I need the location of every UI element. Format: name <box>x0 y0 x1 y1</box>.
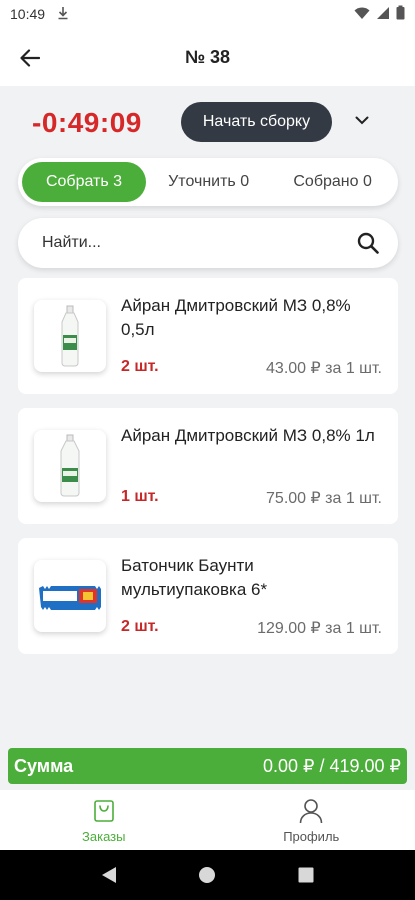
summary-label: Сумма <box>14 755 74 776</box>
product-card[interactable]: Айран Дмитровский МЗ 0,8% 0,5л 2 шт. 43.… <box>18 278 398 394</box>
search-button[interactable] <box>354 229 382 257</box>
nav-profile-label: Профиль <box>283 828 340 844</box>
status-bar: 10:49 <box>0 0 415 28</box>
product-image <box>34 300 106 372</box>
chevron-down-icon <box>355 116 369 124</box>
arrow-left-icon <box>20 49 40 67</box>
product-name: Батончик Баунти мультиупаковка 6* <box>121 556 268 599</box>
product-price: 43.00 ₽ за 1 шт. <box>266 360 382 377</box>
signal-icon <box>376 6 390 23</box>
product-image <box>34 430 106 502</box>
system-nav-bar <box>0 850 415 900</box>
back-button[interactable] <box>14 42 46 74</box>
start-assembly-button[interactable]: Начать сборку <box>181 102 332 142</box>
nav-profile[interactable]: Профиль <box>208 790 415 850</box>
summary-bar: Сумма 0.00 ₽ / 419.00 ₽ <box>8 748 407 784</box>
triangle-back-icon <box>102 867 117 883</box>
bottle-icon <box>61 305 79 367</box>
summary-value: 0.00 ₽ / 419.00 ₽ <box>263 755 401 776</box>
status-tabs: Собрать 3 Уточнить 0 Собрано 0 <box>18 158 398 206</box>
bottle-icon <box>60 434 80 497</box>
tab-collected[interactable]: Собрано 0 <box>271 162 394 202</box>
product-quantity: 1 шт. <box>121 488 159 505</box>
system-back-button[interactable] <box>97 863 121 887</box>
system-home-button[interactable] <box>195 863 219 887</box>
bottom-nav: Заказы Профиль <box>0 790 415 850</box>
square-recents-icon <box>298 867 314 883</box>
countdown-timer: -0:49:09 <box>32 107 142 138</box>
battery-icon <box>396 5 405 23</box>
product-price: 129.00 ₽ за 1 шт. <box>257 620 382 637</box>
tab-clarify[interactable]: Уточнить 0 <box>146 162 271 202</box>
search-bar <box>18 218 398 268</box>
system-recents-button[interactable] <box>294 863 318 887</box>
nav-orders-label: Заказы <box>82 828 126 844</box>
bag-icon <box>93 797 115 825</box>
expand-button[interactable] <box>350 108 374 132</box>
product-name: Айран Дмитровский МЗ 0,8% 1л <box>121 426 375 445</box>
product-quantity: 2 шт. <box>121 358 159 375</box>
product-name: Айран Дмитровский МЗ 0,8% 0,5л <box>121 296 351 339</box>
search-icon <box>357 232 379 254</box>
product-image <box>34 560 106 632</box>
product-card[interactable]: Айран Дмитровский МЗ 0,8% 1л 1 шт. 75.00… <box>18 408 398 524</box>
wifi-icon <box>354 6 370 23</box>
tab-collect[interactable]: Собрать 3 <box>22 162 146 202</box>
timer-row: -0:49:09 Начать сборку <box>0 98 415 148</box>
app-bar: № 38 <box>0 28 415 86</box>
nav-orders[interactable]: Заказы <box>0 790 208 850</box>
status-time: 10:49 <box>10 6 46 22</box>
order-title: № 38 <box>184 46 231 67</box>
download-icon <box>57 6 69 23</box>
product-quantity: 2 шт. <box>121 618 159 635</box>
circle-home-icon <box>199 867 216 883</box>
product-list: Айран Дмитровский МЗ 0,8% 0,5л 2 шт. 43.… <box>18 278 398 668</box>
person-icon <box>299 797 323 825</box>
product-card[interactable]: Батончик Баунти мультиупаковка 6* 2 шт. … <box>18 538 398 654</box>
product-price: 75.00 ₽ за 1 шт. <box>266 490 382 507</box>
candy-bar-icon <box>39 586 101 610</box>
search-input[interactable] <box>42 234 354 252</box>
